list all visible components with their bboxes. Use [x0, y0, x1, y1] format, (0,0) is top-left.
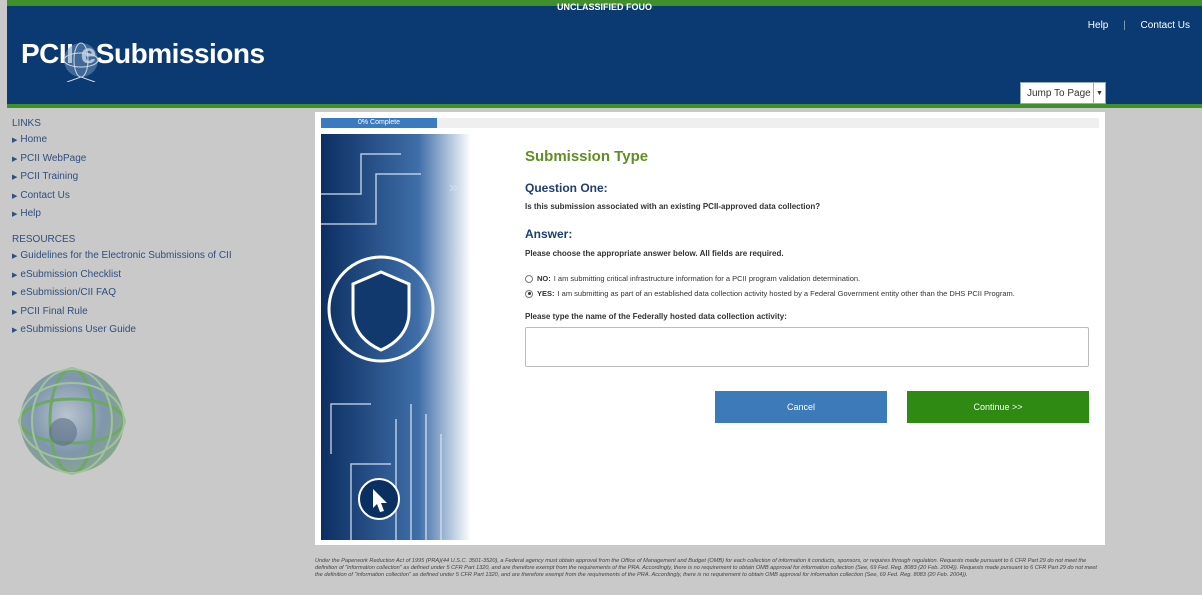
continue-button[interactable]: Continue >>	[907, 391, 1089, 423]
globe-graphic-icon	[18, 367, 126, 475]
network-globe-icon	[63, 42, 99, 82]
question-text: Is this submission associated with an ex…	[525, 202, 821, 211]
sidebar-item-label: eSubmission Checklist	[20, 268, 121, 280]
play-bullet-icon: ▶	[12, 271, 18, 279]
main-panel: 0% Complete » Submission Type Question O…	[315, 112, 1105, 545]
option-yes-text: I am submitting as part of an establishe…	[557, 289, 1015, 298]
sidebar-item-label: Home	[20, 134, 48, 145]
play-bullet-icon: ▶	[12, 155, 18, 163]
logo-text: PCII eSubmissions	[21, 38, 265, 69]
progress-bar: 0% Complete	[321, 118, 1099, 128]
sidebar-item-label: PCII Final Rule	[20, 305, 88, 317]
question-title: Question One:	[525, 181, 608, 195]
sidebar-item-label: Guidelines for the Electronic Submission…	[20, 249, 232, 261]
play-bullet-icon: ▶	[12, 137, 18, 144]
progress-label: 0% Complete	[321, 118, 437, 128]
sidebar-item-final-rule[interactable]: ▶ PCII Final Rule	[7, 303, 315, 322]
svg-text:»: »	[449, 179, 458, 196]
option-no-text: I am submitting critical infrastructure …	[553, 274, 861, 283]
play-bullet-icon: ▶	[12, 192, 18, 200]
radio-yes[interactable]	[525, 289, 533, 298]
form-content: Submission Type Question One: Is this su…	[525, 148, 1095, 367]
sidebar-item-faq[interactable]: ▶ eSubmission/CII FAQ	[7, 284, 315, 303]
cancel-button[interactable]: Cancel	[715, 391, 887, 423]
option-yes-row[interactable]: YES: I am submitting as part of an estab…	[525, 289, 1095, 298]
sidebar-item-help[interactable]: ▶ Help	[7, 205, 315, 224]
contact-us-link[interactable]: Contact Us	[1141, 20, 1190, 31]
play-bullet-icon: ▶	[12, 327, 18, 335]
site-header: UNCLASSIFIED FOUO PCII eSubmissions Help…	[7, 0, 1202, 108]
answer-title: Answer:	[525, 227, 573, 241]
sidebar-item-label: PCII WebPage	[20, 152, 87, 164]
page-title: Submission Type	[525, 148, 649, 165]
sidebar-item-guidelines[interactable]: ▶ Guidelines for the Electronic Submissio…	[7, 247, 315, 266]
sidebar-item-label: Contact Us	[20, 189, 70, 201]
shield-circuit-illustration: »	[321, 134, 471, 540]
sidebar-item-label: eSubmissions User Guide	[20, 324, 136, 336]
help-link[interactable]: Help	[1088, 20, 1109, 31]
links-heading: LINKS	[12, 118, 41, 129]
sidebar: LINKS ▶ Home ▶ PCII WebPage ▶ PCII Training…	[7, 108, 315, 595]
resources-heading: RESOURCES	[12, 233, 76, 245]
answer-instructions: Please choose the appropriate answer bel…	[525, 249, 784, 258]
activity-name-input[interactable]	[525, 327, 1089, 367]
play-bullet-icon: ▶	[12, 252, 18, 260]
top-links: Help | Contact Us	[1084, 20, 1194, 31]
radio-no[interactable]	[525, 274, 533, 283]
site-logo[interactable]: PCII eSubmissions	[21, 30, 281, 100]
caret-down-icon[interactable]: ▼	[1093, 83, 1105, 103]
option-yes-label: YES:	[537, 289, 555, 298]
classification-banner: UNCLASSIFIED FOUO	[556, 2, 652, 12]
paperwork-reduction-notice: Under the Paperwork Reduction Act of 199…	[315, 558, 1097, 578]
option-no-label: NO:	[537, 274, 551, 283]
play-bullet-icon: ▶	[12, 174, 18, 182]
play-bullet-icon: ▶	[12, 211, 18, 219]
sidebar-item-checklist[interactable]: ▶ eSubmission Checklist	[7, 266, 315, 285]
sidebar-item-label: Help	[20, 208, 41, 220]
jump-to-page-dropdown[interactable]: Jump To Page ▼	[1020, 82, 1106, 104]
sidebar-item-pcii-webpage[interactable]: ▶ PCII WebPage	[7, 150, 315, 169]
play-bullet-icon: ▶	[12, 290, 18, 298]
sidebar-item-contact-us[interactable]: ▶ Contact Us	[7, 187, 315, 206]
option-no-row[interactable]: NO: I am submitting critical infrastruct…	[525, 274, 1095, 283]
activity-field-label: Please type the name of the Federally ho…	[525, 312, 787, 321]
sidebar-item-label: PCII Training	[20, 171, 79, 183]
sidebar-item-pcii-training[interactable]: ▶ PCII Training	[7, 168, 315, 187]
sidebar-item-home[interactable]: ▶ Home	[7, 131, 315, 150]
jump-to-page-label: Jump To Page	[1027, 87, 1091, 99]
sidebar-item-label: eSubmission/CII FAQ	[20, 287, 116, 299]
sidebar-item-user-guide[interactable]: ▶ eSubmissions User Guide	[7, 321, 315, 340]
play-bullet-icon: ▶	[12, 308, 18, 316]
link-separator: |	[1123, 20, 1126, 31]
